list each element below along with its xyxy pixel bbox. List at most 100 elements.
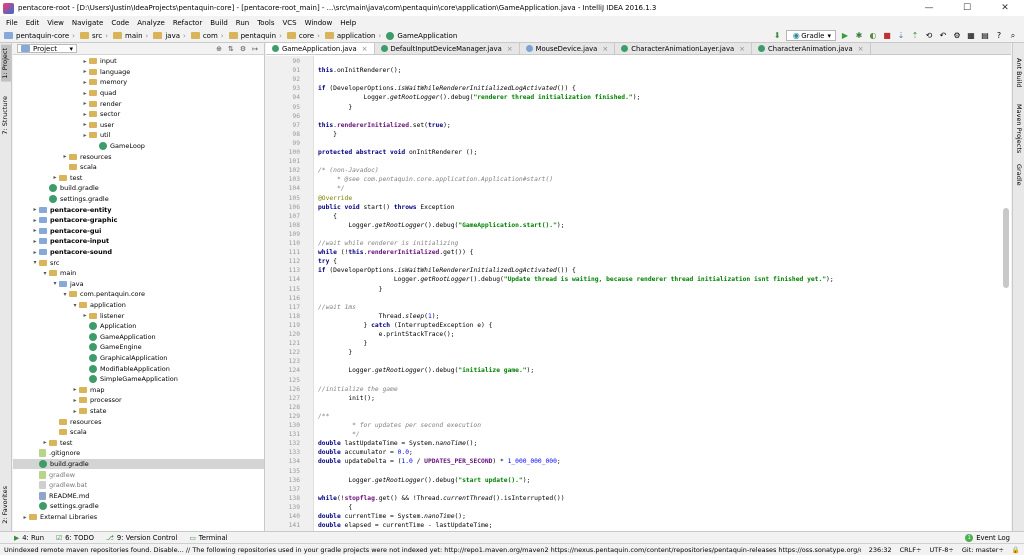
- tree-item[interactable]: ▸ resources: [13, 151, 264, 162]
- code-line[interactable]: while (! this. rendererInitialized .get()) …: [314, 248, 1011, 257]
- code-line[interactable]: }: [314, 103, 1011, 112]
- tree-item[interactable]: ModifiableApplication: [13, 363, 264, 374]
- search-icon[interactable]: ⌕: [1008, 31, 1018, 41]
- tree-item[interactable]: ▸ test: [13, 438, 264, 449]
- chevron-right-icon[interactable]: ▸: [31, 217, 39, 224]
- tree-item[interactable]: ▸ state: [13, 406, 264, 417]
- tree-item[interactable]: SimpleGameApplication: [13, 374, 264, 385]
- maximize-button[interactable]: ☐: [948, 0, 986, 16]
- editor-tab[interactable]: GameApplication.java ×: [266, 43, 375, 54]
- stop-icon[interactable]: ■: [882, 31, 892, 41]
- tab-gradle[interactable]: Gradle: [1015, 161, 1023, 189]
- close-tab-icon[interactable]: ×: [858, 45, 864, 53]
- code-line[interactable]: double currentTime = System. nanoTime ();: [314, 512, 1011, 521]
- chevron-right-icon[interactable]: ▸: [81, 111, 89, 118]
- editor-tab[interactable]: CharacterAnimationLayer.java ×: [615, 43, 753, 54]
- breadcrumb-item[interactable]: src ›: [79, 32, 111, 40]
- code-line[interactable]: Logger. getRootLogger ().debug("renderer t…: [314, 93, 1011, 102]
- line-separator[interactable]: CRLF÷: [900, 546, 922, 554]
- code-line[interactable]: //initialize the game: [314, 385, 1011, 394]
- chevron-right-icon[interactable]: ▸: [81, 132, 89, 139]
- sdk-icon[interactable]: ▤: [980, 31, 990, 41]
- tool-window-button[interactable]: ▭ Terminal: [189, 534, 227, 542]
- status-message[interactable]: Unindexed remote maven repositories foun…: [4, 546, 861, 554]
- minimize-button[interactable]: —: [910, 0, 948, 16]
- tab-structure-tool[interactable]: 7: Structure: [1, 93, 9, 138]
- editor-scrollbar[interactable]: [1003, 208, 1009, 288]
- code-line[interactable]: [314, 294, 1011, 303]
- chevron-right-icon[interactable]: ▸: [81, 121, 89, 128]
- code-line[interactable]: try {: [314, 257, 1011, 266]
- tree-item[interactable]: scala: [13, 427, 264, 438]
- tab-maven-projects[interactable]: Maven Projects: [1015, 101, 1023, 156]
- vcs-commit-icon[interactable]: ⇡: [910, 31, 920, 41]
- code-line[interactable]: [314, 75, 1011, 84]
- tool-window-button[interactable]: ▶ 4: Run: [14, 534, 44, 542]
- tree-item[interactable]: build.gradle: [13, 183, 264, 194]
- code-line[interactable]: double elapsed = currentTime - lastUpdat…: [314, 521, 1011, 530]
- code-line[interactable]: */: [314, 430, 1011, 439]
- code-line[interactable]: Logger. getRootLogger ().debug("start upda…: [314, 476, 1011, 485]
- help-icon[interactable]: ?: [994, 31, 1004, 41]
- chevron-down-icon[interactable]: ▾: [31, 259, 39, 266]
- code-line[interactable]: } catch (InterruptedException e) {: [314, 321, 1011, 330]
- git-branch[interactable]: Git: master÷: [962, 546, 1004, 554]
- menu-code[interactable]: Code: [111, 19, 129, 27]
- code-line[interactable]: }: [314, 348, 1011, 357]
- breadcrumb-item[interactable]: pentaquin ›: [228, 32, 285, 40]
- tree-item[interactable]: GraphicalApplication: [13, 353, 264, 364]
- code-line[interactable]: [314, 57, 1011, 66]
- tree-item[interactable]: ▸ pentacore-input: [13, 236, 264, 247]
- chevron-right-icon[interactable]: ▸: [21, 514, 29, 521]
- chevron-right-icon[interactable]: ▸: [81, 79, 89, 86]
- code-line[interactable]: }: [314, 285, 1011, 294]
- code-line[interactable]: * for updates per second execution: [314, 421, 1011, 430]
- tree-item[interactable]: .gitignore: [13, 448, 264, 459]
- code-line[interactable]: if (DeveloperOptions. isWaitWhileRenderer…: [314, 266, 1011, 275]
- code-line[interactable]: this. rendererInitialized .set(true);: [314, 121, 1011, 130]
- tree-item[interactable]: ▾ src: [13, 257, 264, 268]
- chevron-down-icon[interactable]: ▾: [41, 270, 49, 277]
- chevron-right-icon[interactable]: ▸: [31, 238, 39, 245]
- menu-edit[interactable]: Edit: [26, 19, 40, 27]
- chevron-right-icon[interactable]: ▸: [81, 312, 89, 319]
- chevron-right-icon[interactable]: ▸: [81, 90, 89, 97]
- tree-item[interactable]: ▸ processor: [13, 395, 264, 406]
- close-button[interactable]: ✕: [986, 0, 1024, 16]
- tree-item[interactable]: ▸ pentacore-sound: [13, 247, 264, 258]
- tree-item[interactable]: ▸ test: [13, 173, 264, 184]
- code-line[interactable]: @Override: [314, 194, 1011, 203]
- tree-item[interactable]: ▸ util: [13, 130, 264, 141]
- locate-file-icon[interactable]: ⊕: [216, 45, 222, 53]
- code-line[interactable]: [314, 112, 1011, 121]
- chevron-right-icon[interactable]: ▸: [61, 153, 69, 160]
- tree-item[interactable]: gradlew.bat: [13, 480, 264, 491]
- chevron-down-icon[interactable]: ▾: [51, 280, 59, 287]
- chevron-right-icon[interactable]: ▸: [71, 397, 79, 404]
- gear-icon[interactable]: ⚙: [240, 45, 246, 53]
- chevron-right-icon[interactable]: ▸: [71, 408, 79, 415]
- run-icon[interactable]: ▶: [840, 31, 850, 41]
- project-view-select[interactable]: Project ▾: [17, 44, 77, 53]
- revert-icon[interactable]: ↶: [938, 31, 948, 41]
- code-line[interactable]: if (DeveloperOptions. isWaitWhileRenderer…: [314, 84, 1011, 93]
- code-line[interactable]: }: [314, 130, 1011, 139]
- tree-item[interactable]: build.gradle: [13, 458, 264, 470]
- code-line[interactable]: [314, 467, 1011, 476]
- code-line[interactable]: [314, 230, 1011, 239]
- code-line[interactable]: double updateDelta = (1.0 / UPDATES_PER_…: [314, 457, 1011, 466]
- menu-view[interactable]: View: [47, 19, 64, 27]
- menu-analyze[interactable]: Analyze: [137, 19, 165, 27]
- code-line[interactable]: init();: [314, 394, 1011, 403]
- tree-item[interactable]: ▸ pentacore-gui: [13, 226, 264, 237]
- lock-icon[interactable]: 🔒: [1012, 546, 1020, 554]
- run-configuration-select[interactable]: ◉ Gradle ▾: [786, 30, 836, 41]
- code-line[interactable]: /**: [314, 412, 1011, 421]
- tree-item[interactable]: Application: [13, 321, 264, 332]
- tool-window-button[interactable]: ☑ 6: TODO: [56, 534, 94, 542]
- code-line[interactable]: {: [314, 503, 1011, 512]
- breadcrumb-item[interactable]: com ›: [190, 32, 227, 40]
- tree-item[interactable]: ▾ java: [13, 279, 264, 290]
- menu-vcs[interactable]: VCS: [282, 19, 296, 27]
- tab-favorites-tool[interactable]: 2: Favorites: [1, 483, 9, 527]
